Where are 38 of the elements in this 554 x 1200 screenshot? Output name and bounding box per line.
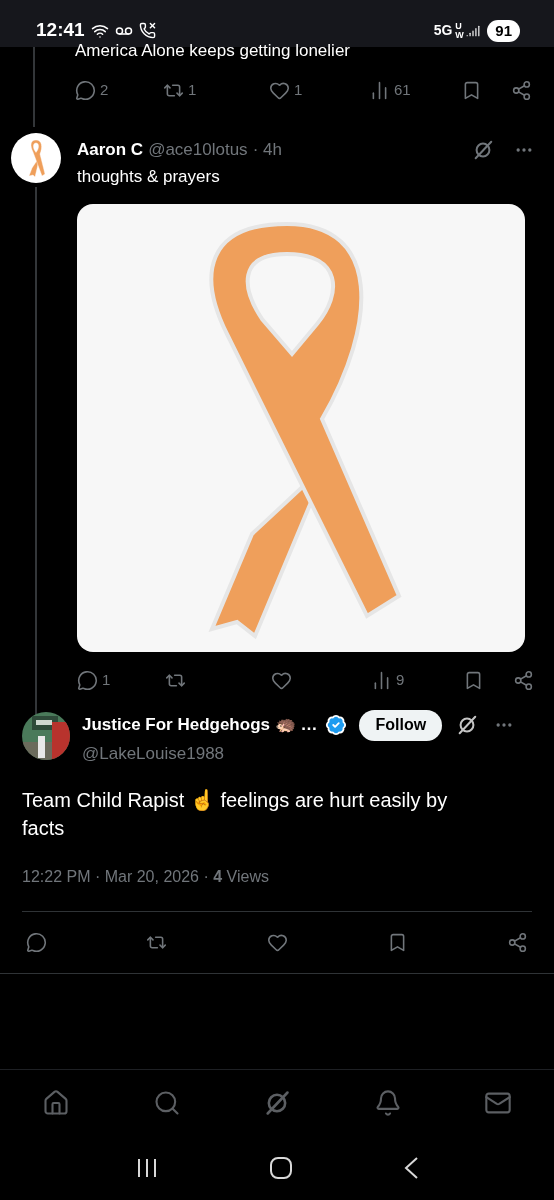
grok-icon[interactable] bbox=[456, 714, 479, 736]
author-name[interactable]: Aaron C bbox=[77, 137, 144, 163]
recent-apps-icon[interactable] bbox=[136, 1158, 158, 1178]
like-icon[interactable] bbox=[271, 670, 292, 691]
action-count: 1 bbox=[294, 79, 303, 100]
post-time: · 4h bbox=[252, 139, 282, 161]
battery-indicator: 91 bbox=[487, 19, 520, 42]
action-count: 9 bbox=[396, 670, 405, 691]
author-handle[interactable]: @ace10lotus bbox=[148, 137, 248, 163]
post-meta: 12:22 PM · Mar 20, 2026 · 4 Views bbox=[22, 867, 270, 887]
post-text: thoughts & prayers bbox=[77, 165, 221, 188]
missed-call-icon bbox=[138, 22, 156, 39]
signal-icon bbox=[466, 23, 481, 38]
home-button-icon[interactable] bbox=[270, 1157, 292, 1179]
reply-icon[interactable] bbox=[26, 932, 47, 953]
home-icon[interactable] bbox=[42, 1089, 70, 1117]
bell-icon[interactable] bbox=[373, 1089, 402, 1117]
back-icon[interactable] bbox=[404, 1157, 418, 1179]
avatar[interactable] bbox=[10, 133, 61, 183]
action-count: 1 bbox=[102, 670, 111, 691]
share-icon[interactable] bbox=[513, 670, 534, 691]
clock-time: 12:41 bbox=[36, 18, 85, 43]
reply-icon[interactable] bbox=[75, 79, 96, 101]
action-count: 1 bbox=[188, 79, 197, 100]
post-text: Team Child Rapist ☝ feelings are hurt easily by facts bbox=[22, 788, 449, 841]
follow-button[interactable]: Follow bbox=[359, 709, 443, 741]
network-sub-label: UW bbox=[455, 21, 464, 40]
post-text: America Alone keeps getting lonelier bbox=[75, 41, 351, 61]
share-icon[interactable] bbox=[511, 79, 532, 101]
share-icon[interactable] bbox=[507, 932, 528, 953]
search-icon[interactable] bbox=[152, 1089, 181, 1117]
author-handle[interactable]: @LakeLouise1988 bbox=[82, 740, 532, 766]
like-icon[interactable] bbox=[266, 932, 288, 953]
reply-icon[interactable] bbox=[77, 670, 98, 691]
action-count: 2 bbox=[100, 79, 109, 100]
author-name[interactable]: Justice For Hedgehogs 🦔 … bbox=[82, 712, 318, 738]
network-label: 5G bbox=[433, 21, 453, 40]
action-count: 61 bbox=[394, 79, 411, 100]
